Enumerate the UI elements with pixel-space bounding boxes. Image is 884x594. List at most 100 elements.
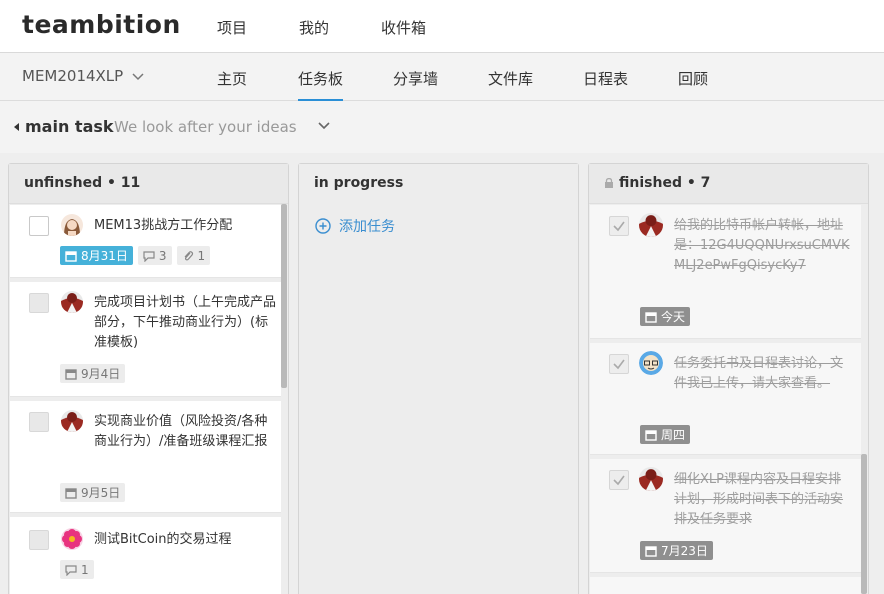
task-content: MEM13挑战方工作分配 [94, 218, 233, 233]
project-switcher[interactable]: MEM2014XLP [22, 67, 145, 85]
task-checkbox[interactable] [29, 412, 49, 432]
due-date-text: 9月5日 [81, 486, 121, 500]
add-task-label: 添加任务 [339, 219, 395, 235]
calendar-icon [65, 250, 77, 262]
tab-share-wall[interactable]: 分享墙 [393, 68, 438, 89]
avatar [61, 410, 83, 432]
due-date-text: 8月31日 [81, 249, 128, 263]
task-card-finished[interactable]: 任务委托书及日程表讨论，文件我已上传，请大家查看。 周四 [590, 343, 861, 455]
tab-home[interactable]: 主页 [217, 68, 247, 89]
tab-calendar[interactable]: 日程表 [583, 68, 628, 89]
task-content: 完成项目计划书（上午完成产品部分，下午推动商业行为）(标准模板) [94, 295, 277, 350]
task-checkbox-checked[interactable] [609, 470, 629, 490]
nav-mine[interactable]: 我的 [299, 17, 329, 38]
task-checkbox[interactable] [29, 530, 49, 550]
tab-taskboard[interactable]: 任务板 [298, 68, 344, 102]
task-meta: 8月31日 3 1 [60, 246, 211, 265]
due-date-text: 今天 [661, 310, 686, 324]
calendar-icon [645, 545, 657, 557]
comment-count-badge: 1 [60, 560, 94, 579]
column-title[interactable]: finished • 7 [604, 175, 710, 191]
nav-projects[interactable]: 项目 [217, 17, 247, 38]
column-scrollbar[interactable] [861, 454, 867, 594]
comment-icon [65, 564, 77, 576]
column-scrollbar[interactable] [281, 204, 287, 388]
task-card[interactable]: 完成项目计划书（上午完成产品部分，下午推动商业行为）(标准模板) 9月4日 [10, 282, 281, 397]
plus-circle-icon [315, 218, 331, 234]
avatar [61, 528, 83, 550]
nav-inbox[interactable]: 收件箱 [381, 17, 426, 38]
add-task-button[interactable]: 添加任务 [315, 216, 395, 236]
comment-count: 3 [158, 248, 167, 263]
task-meta: 9月5日 [60, 483, 126, 502]
project-bar: MEM2014XLP 主页 任务板 分享墙 文件库 日程表 回顾 [0, 53, 884, 102]
task-content: 实现商业价值（风险投资/各种商业行为）/准备班级课程汇报 [94, 414, 268, 449]
attachment-count: 1 [197, 248, 206, 263]
task-meta: 1 [60, 560, 94, 579]
task-card-finished[interactable]: 细化XLP课程内容及日程安排计划，形成时间表下的活动安排及任务要求 7月23日 [590, 459, 861, 573]
stage-subtitle: We look after your ideas [114, 118, 297, 136]
back-arrow-icon[interactable] [14, 123, 19, 131]
task-card[interactable]: 实现商业价值（风险投资/各种商业行为）/准备班级课程汇报 9月5日 [10, 401, 281, 513]
calendar-icon [65, 487, 77, 499]
task-content: 细化XLP课程内容及日程安排计划，形成时间表下的活动安排及任务要求 [674, 472, 844, 527]
column-title[interactable]: in progress [314, 175, 403, 191]
task-meta: 今天 [640, 307, 691, 326]
due-date-badge: 9月4日 [60, 364, 126, 383]
due-date-badge: 今天 [640, 307, 691, 326]
calendar-icon [65, 368, 77, 380]
comment-icon [143, 250, 155, 262]
task-checkbox[interactable] [29, 293, 49, 313]
checkmark-icon [613, 475, 625, 486]
task-card[interactable]: 测试BitCoin的交易过程 1 [10, 517, 281, 594]
task-meta: 7月23日 [640, 541, 713, 560]
stage-bar: main task We look after your ideas [0, 101, 884, 153]
stage-dropdown-chevron-icon[interactable] [317, 118, 331, 132]
column-finished: finished • 7 给我的比特币帐户转帐，地址是：12G4UQQNUrxs… [588, 163, 869, 594]
chevron-down-icon [132, 73, 144, 81]
calendar-icon [645, 429, 657, 441]
top-navigation-bar: teambition 项目 我的 收件箱 [0, 0, 884, 53]
due-date-text: 周四 [661, 428, 686, 442]
task-checkbox-checked[interactable] [609, 216, 629, 236]
task-meta: 周四 [640, 425, 691, 444]
avatar [639, 351, 663, 375]
tab-files[interactable]: 文件库 [488, 68, 533, 89]
checkmark-icon [613, 359, 625, 370]
calendar-icon [645, 311, 657, 323]
column-header: in progress [299, 164, 578, 204]
avatar [639, 467, 663, 491]
lock-icon [605, 178, 613, 188]
task-content: 测试BitCoin的交易过程 [94, 532, 232, 547]
checkmark-icon [613, 221, 625, 232]
column-title-text: finished • 7 [619, 175, 711, 191]
task-content: 给我的比特币帐户转帐，地址是：12G4UQQNUrxsuCMVKMLJ2ePwF… [674, 218, 850, 273]
due-date-text: 7月23日 [661, 544, 708, 558]
comment-count: 1 [81, 562, 89, 577]
task-content: 任务委托书及日程表讨论，文件我已上传，请大家查看。 [674, 356, 844, 391]
column-title[interactable]: unfinshed • 11 [24, 175, 140, 191]
due-date-badge: 7月23日 [640, 541, 713, 560]
due-date-badge: 8月31日 [60, 246, 133, 265]
paperclip-icon [184, 250, 193, 260]
task-card-finished[interactable]: 给我的比特币帐户转帐，地址是：12G4UQQNUrxsuCMVKMLJ2ePwF… [590, 205, 861, 339]
column-unfinished: unfinshed • 11 MEM13挑战方工作分配 8月31日 3 1 完成… [8, 163, 289, 594]
avatar [61, 214, 83, 236]
tab-review[interactable]: 回顾 [678, 68, 708, 89]
task-card[interactable]: MEM13挑战方工作分配 8月31日 3 1 [10, 205, 281, 278]
teambition-logo[interactable]: teambition [22, 10, 181, 39]
attachment-count-badge: 1 [176, 246, 211, 265]
stage-title[interactable]: main task [25, 117, 114, 136]
task-card-finished[interactable] [590, 577, 861, 594]
due-date-badge: 9月5日 [60, 483, 126, 502]
due-date-text: 9月4日 [81, 367, 121, 381]
due-date-badge: 周四 [640, 425, 691, 444]
column-in-progress: in progress 添加任务 [298, 163, 579, 594]
column-header: finished • 7 [589, 164, 868, 204]
task-checkbox[interactable] [29, 216, 49, 236]
avatar [639, 213, 663, 237]
avatar [61, 291, 83, 313]
task-meta: 9月4日 [60, 364, 126, 383]
comment-count-badge: 3 [137, 246, 172, 265]
task-checkbox-checked[interactable] [609, 354, 629, 374]
